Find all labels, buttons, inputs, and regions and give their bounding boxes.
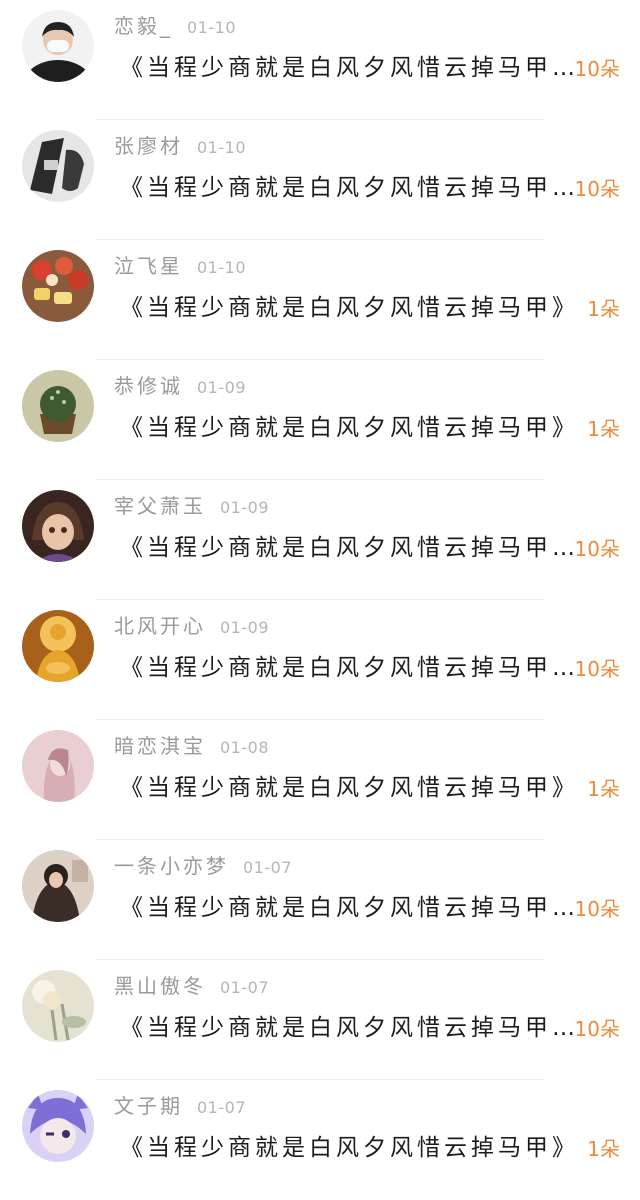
username[interactable]: 北风开心	[114, 614, 206, 638]
user-avatar-buddha-icon	[22, 610, 94, 682]
date: 01-10	[197, 258, 246, 277]
user-avatar-portrait-icon	[22, 730, 94, 802]
username[interactable]: 暗恋淇宝	[114, 734, 206, 758]
message: 《当程少商就是白风夕风惜云掉马甲…	[120, 175, 579, 201]
message: 《当程少商就是白风夕风惜云掉马甲》	[120, 1135, 579, 1161]
user-avatar-mask-icon	[22, 10, 94, 82]
avatar[interactable]	[22, 610, 94, 682]
username[interactable]: 宰父萧玉	[114, 494, 206, 518]
flower-count: 10朵	[574, 1017, 620, 1041]
date: 01-07	[220, 978, 269, 997]
item-meta: 恭修诚 01-09	[114, 372, 246, 400]
message: 《当程少商就是白风夕风惜云掉马甲》	[120, 415, 579, 441]
list-item[interactable]: 一条小亦梦 01-07 《当程少商就是白风夕风惜云掉马甲… 10朵	[0, 840, 640, 960]
username[interactable]: 文子期	[114, 1094, 183, 1118]
flower-count: 10朵	[574, 57, 620, 81]
item-meta: 一条小亦梦 01-07	[114, 852, 292, 880]
flower-count: 1朵	[587, 1137, 620, 1161]
item-meta: 宰父萧玉 01-09	[114, 492, 269, 520]
user-avatar-cartoon-icon	[22, 1090, 94, 1162]
user-avatar-food-icon	[22, 250, 94, 322]
flower-count: 10朵	[574, 537, 620, 561]
date: 01-10	[197, 138, 246, 157]
avatar[interactable]	[22, 370, 94, 442]
avatar[interactable]	[22, 970, 94, 1042]
message: 《当程少商就是白风夕风惜云掉马甲…	[120, 535, 579, 561]
date: 01-09	[220, 498, 269, 517]
date: 01-08	[220, 738, 269, 757]
item-meta: 恋毅_ 01-10	[114, 12, 236, 40]
flower-count: 1朵	[587, 297, 620, 321]
username[interactable]: 张廖材	[114, 134, 183, 158]
item-meta: 张廖材 01-10	[114, 132, 246, 160]
avatar[interactable]	[22, 1090, 94, 1162]
list-item[interactable]: 恋毅_ 01-10 《当程少商就是白风夕风惜云掉马甲… 10朵	[0, 0, 640, 120]
flower-count: 10朵	[574, 657, 620, 681]
list-item[interactable]: 黑山傲冬 01-07 《当程少商就是白风夕风惜云掉马甲… 10朵	[0, 960, 640, 1080]
flower-count: 10朵	[574, 897, 620, 921]
user-avatar-flowers-icon	[22, 970, 94, 1042]
username[interactable]: 黑山傲冬	[114, 974, 206, 998]
item-meta: 暗恋淇宝 01-08	[114, 732, 269, 760]
username[interactable]: 恭修诚	[114, 374, 183, 398]
avatar[interactable]	[22, 130, 94, 202]
user-avatar-anime-icon	[22, 490, 94, 562]
message: 《当程少商就是白风夕风惜云掉马甲》	[120, 295, 579, 321]
message: 《当程少商就是白风夕风惜云掉马甲》	[120, 775, 579, 801]
gift-record-list: 恋毅_ 01-10 《当程少商就是白风夕风惜云掉马甲… 10朵 张廖材 01-10 …	[0, 0, 640, 1164]
flower-count: 1朵	[587, 777, 620, 801]
username[interactable]: 一条小亦梦	[114, 854, 229, 878]
message: 《当程少商就是白风夕风惜云掉马甲…	[120, 895, 579, 921]
item-meta: 文子期 01-07	[114, 1092, 246, 1120]
avatar[interactable]	[22, 250, 94, 322]
avatar[interactable]	[22, 490, 94, 562]
date: 01-10	[187, 18, 236, 37]
date: 01-09	[197, 378, 246, 397]
item-meta: 黑山傲冬 01-07	[114, 972, 269, 1000]
list-item[interactable]: 文子期 01-07 《当程少商就是白风夕风惜云掉马甲》 1朵	[0, 1080, 640, 1200]
username[interactable]: 泣飞星	[114, 254, 183, 278]
flower-count: 10朵	[574, 177, 620, 201]
user-avatar-cupcake-icon	[22, 370, 94, 442]
list-item[interactable]: 泣飞星 01-10 《当程少商就是白风夕风惜云掉马甲》 1朵	[0, 240, 640, 360]
flower-count: 1朵	[587, 417, 620, 441]
item-meta: 泣飞星 01-10	[114, 252, 246, 280]
list-item[interactable]: 张廖材 01-10 《当程少商就是白风夕风惜云掉马甲… 10朵	[0, 120, 640, 240]
list-item[interactable]: 暗恋淇宝 01-08 《当程少商就是白风夕风惜云掉马甲》 1朵	[0, 720, 640, 840]
date: 01-07	[243, 858, 292, 877]
date: 01-09	[220, 618, 269, 637]
message: 《当程少商就是白风夕风惜云掉马甲…	[120, 1015, 579, 1041]
date: 01-07	[197, 1098, 246, 1117]
list-item[interactable]: 恭修诚 01-09 《当程少商就是白风夕风惜云掉马甲》 1朵	[0, 360, 640, 480]
item-meta: 北风开心 01-09	[114, 612, 269, 640]
user-avatar-phone-icon	[22, 130, 94, 202]
message: 《当程少商就是白风夕风惜云掉马甲…	[120, 655, 579, 681]
avatar[interactable]	[22, 730, 94, 802]
avatar[interactable]	[22, 10, 94, 82]
user-avatar-photo-icon	[22, 850, 94, 922]
list-item[interactable]: 北风开心 01-09 《当程少商就是白风夕风惜云掉马甲… 10朵	[0, 600, 640, 720]
message: 《当程少商就是白风夕风惜云掉马甲…	[120, 55, 579, 81]
avatar[interactable]	[22, 850, 94, 922]
list-item[interactable]: 宰父萧玉 01-09 《当程少商就是白风夕风惜云掉马甲… 10朵	[0, 480, 640, 600]
username[interactable]: 恋毅_	[114, 14, 173, 38]
